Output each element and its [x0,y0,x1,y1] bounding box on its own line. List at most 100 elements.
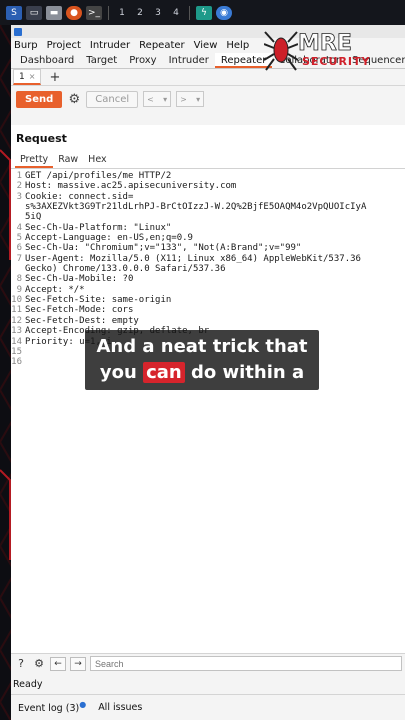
repeater-tab-label: 1 [19,71,25,82]
browser-task-icon[interactable]: ◉ [216,5,232,20]
line-number: 3 [16,191,22,202]
event-log-link[interactable]: Event log (3)● [18,700,86,714]
line-text: Host: massive.ac25.apisecuniversity.com [25,181,237,192]
request-line: 1 GET /api/profiles/me HTTP/2 [11,171,405,181]
request-line: 9 Accept: */* [11,285,405,295]
arrow-left-icon: ← [54,658,62,669]
line-text: Sec-Ch-Ua-Mobile: ?0 [25,274,134,285]
tab-hex[interactable]: Hex [83,154,111,168]
search-next-button[interactable]: → [70,656,86,671]
request-line: 11 Sec-Fetch-Mode: cors [11,305,405,315]
line-number: 2 [16,181,22,192]
menu-help[interactable]: Help [226,40,249,51]
cancel-button[interactable]: Cancel [86,90,139,108]
request-line: 3 Cookie: connect.sid= [11,192,405,202]
request-line: Gecko) Chrome/133.0.0.0 Safari/537.36 [11,264,405,274]
request-line: 5iQ [11,212,405,222]
tab-proxy[interactable]: Proxy [123,53,162,68]
burp-task-icon[interactable]: ϟ [196,5,212,20]
workspace-1[interactable]: 1 [115,8,129,18]
tab-dashboard[interactable]: Dashboard [14,53,80,68]
menu-burp[interactable]: Burp [14,40,38,51]
line-number [11,212,25,222]
all-issues-link[interactable]: All issues [98,702,142,713]
tab-pretty[interactable]: Pretty [15,154,54,168]
mre-security-watermark: MRE SECURITY [262,27,405,73]
line-number: 8 [16,274,22,285]
chevron-down-icon: ▾ [196,94,201,104]
line-text: Accept-Language: en-US,en;q=0.9 [25,233,193,244]
tab-intruder[interactable]: Intruder [163,53,215,68]
line-text: s%3AXEZVkt3G9Tr21ldLrhPJ-BrCtOIzzJ-W.2Q%… [25,202,367,213]
close-icon[interactable]: × [29,72,36,81]
request-view-tabs: Pretty Raw Hex [11,153,405,169]
line-number: 5 [16,233,22,244]
line-number: 4 [16,222,22,233]
watermark-subtext: SECURITY [302,55,371,68]
new-events-dot-icon: ● [79,700,87,710]
event-log-label: Event log (3) [18,703,80,715]
search-input[interactable] [90,656,402,671]
caption-line-1: And a neat trick that [96,336,308,357]
line-text: User-Agent: Mozilla/5.0 (X11; Linux x86_… [25,253,361,264]
request-line: 10 Sec-Fetch-Site: same-origin [11,295,405,305]
workspace-3[interactable]: 3 [151,8,165,18]
footer-bar: Event log (3)● All issues [11,694,405,720]
request-line: 8 Sec-Ch-Ua-Mobile: ?0 [11,274,405,284]
caption-line-2: you can do within a [100,360,304,386]
line-text: Sec-Fetch-Mode: cors [25,305,134,316]
line-number: 14 [11,336,22,347]
menu-view[interactable]: View [194,40,218,51]
line-number: 9 [16,284,22,295]
request-line: 4 Sec-Ch-Ua-Platform: "Linux" [11,223,405,233]
send-button[interactable]: Send [16,90,63,108]
request-line: 2 Host: massive.ac25.apisecuniversity.com [11,181,405,191]
request-title: Request [16,132,67,145]
line-number: 13 [11,326,22,337]
menu-project[interactable]: Project [47,40,81,51]
line-number: 10 [11,295,22,306]
tab-target[interactable]: Target [80,53,123,68]
forward-history-button[interactable]: > ▾ [176,91,205,107]
app-menu-icon[interactable]: S [6,5,22,20]
line-text: 5iQ [25,212,42,223]
line-text: Cookie: connect.sid= [25,191,134,202]
watermark-text: MRE [298,31,353,57]
terminal-icon[interactable]: ▭ [26,5,42,20]
back-history-button[interactable]: < ▾ [143,91,172,107]
line-text: Gecko) Chrome/133.0.0.0 Safari/537.36 [25,264,226,275]
search-prev-button[interactable]: ← [50,656,66,671]
request-line: 6 Sec-Ch-Ua: "Chromium";v="133", "Not(A:B… [11,243,405,253]
workspace-2[interactable]: 2 [133,8,147,18]
line-number: 12 [11,315,22,326]
spider-logo-icon [264,31,298,71]
line-number: 1 [16,171,22,181]
chevron-down-icon: ▾ [163,94,168,104]
add-tab-icon[interactable]: + [49,70,60,85]
request-line: 7 User-Agent: Mozilla/5.0 (X11; Linux x86… [11,254,405,264]
request-line: 5 Accept-Language: en-US,en;q=0.9 [11,233,405,243]
gear-icon[interactable]: ⚙ [32,657,46,671]
line-number [11,264,25,274]
chevron-left-icon: < [147,94,154,104]
taskbar-divider [189,5,190,20]
caption-highlight: can [143,362,185,383]
files-icon[interactable]: ▬ [46,5,62,20]
firefox-icon[interactable]: ● [66,5,82,20]
workspace-4[interactable]: 4 [169,8,183,18]
video-caption: And a neat trick that you can do within … [85,330,319,390]
repeater-tab-1[interactable]: 1 × [13,69,42,85]
line-text: Accept: */* [25,284,85,295]
menu-repeater[interactable]: Repeater [139,40,184,51]
gear-icon[interactable]: ⚙ [67,92,81,107]
line-number [11,202,25,212]
chevron-right-icon: > [180,94,187,104]
help-icon[interactable]: ? [14,657,28,671]
line-text: Sec-Fetch-Dest: empty [25,315,139,326]
tab-raw[interactable]: Raw [53,154,83,168]
arrow-right-icon: → [74,658,82,669]
shell-icon[interactable]: >_ [86,5,102,20]
menu-intruder[interactable]: Intruder [90,40,130,51]
request-panel: Request Pretty Raw Hex 1 GET /api/profile… [11,125,405,670]
line-text: Sec-Ch-Ua-Platform: "Linux" [25,222,172,233]
